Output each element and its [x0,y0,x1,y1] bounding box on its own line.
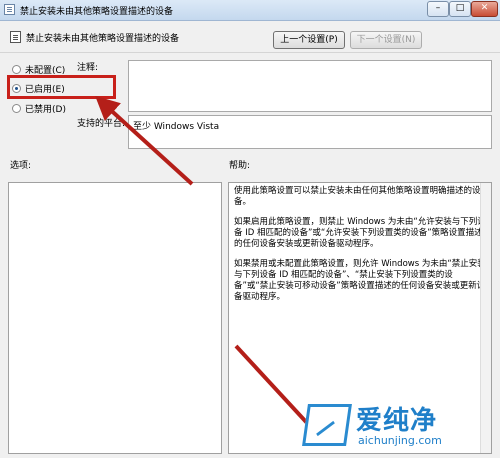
comment-textbox[interactable] [128,60,492,112]
watermark-logo-icon [302,404,352,446]
close-button[interactable]: ✕ [471,1,498,17]
radio-disabled[interactable]: 已禁用(D) [12,101,66,115]
support-value: 至少 Windows Vista [133,122,220,132]
window-title: 禁止安装未由其他策略设置描述的设备 [20,7,174,17]
options-panel[interactable] [8,182,222,454]
watermark-url: aichunjing.com [358,434,442,447]
enabled-highlight-box [7,75,116,99]
watermark: 爱纯净 aichunjing.com [300,398,500,458]
help-paragraph: 如果启用此策略设置，则禁止 Windows 为未由“允许安装与下列设备 ID 相… [234,217,486,249]
header-divider [0,52,500,53]
radio-circle[interactable] [12,103,21,113]
minimize-button[interactable]: – [427,1,449,17]
radio-label: 已禁用(D) [25,104,66,115]
help-label: 帮助: [229,161,251,171]
options-label: 选项: [10,161,32,171]
help-paragraph: 如果禁用或未配置此策略设置，则允许 Windows 为未由“禁止安装与下列设备 … [234,259,486,302]
next-setting-button[interactable]: 下一个设置(N) [350,31,422,49]
window-app-icon [4,4,15,15]
previous-setting-button[interactable]: 上一个设置(P) [273,31,345,49]
support-label: 支持的平台: [77,119,126,129]
title-bar: 禁止安装未由其他策略设置描述的设备 – □ ✕ [0,0,500,21]
radio-circle[interactable] [12,64,21,74]
maximize-button[interactable]: □ [449,1,471,17]
comment-label: 注释: [77,63,99,73]
watermark-text: 爱纯净 [356,406,438,436]
policy-setting-icon [10,31,21,43]
radio-not-configured[interactable]: 未配置(C) [12,62,65,76]
help-paragraph: 使用此策略设置可以禁止安装未由任何其他策略设置明确描述的设备。 [234,186,481,207]
policy-title: 禁止安装未由其他策略设置描述的设备 [26,34,180,44]
radio-label: 未配置(C) [25,65,66,76]
